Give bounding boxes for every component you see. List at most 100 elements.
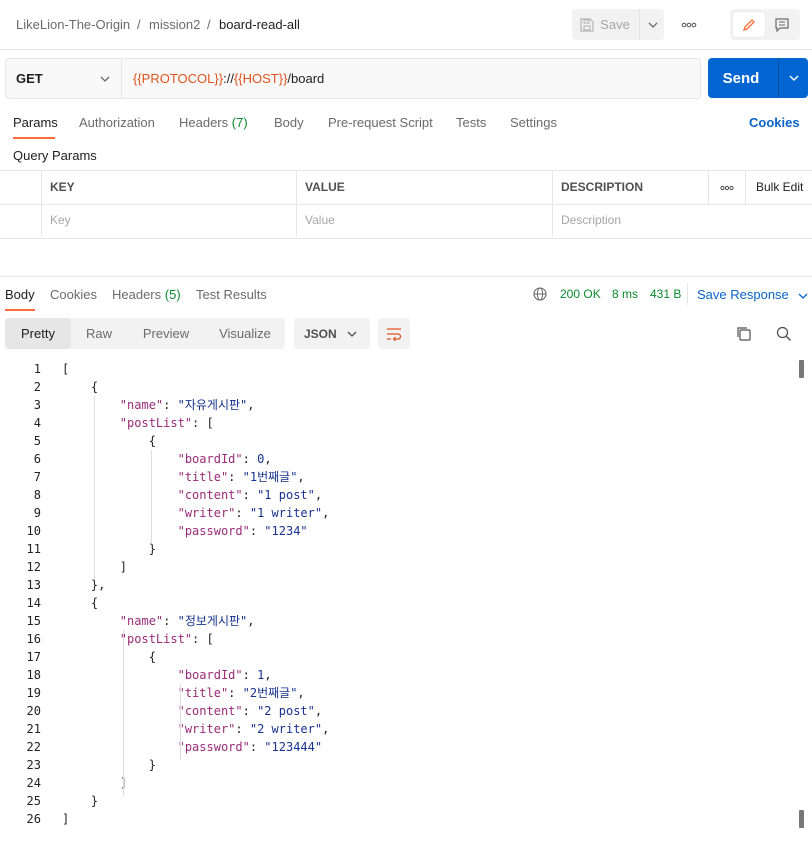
code-line: "title": "2번째글", xyxy=(177,686,305,700)
key-input[interactable]: Key xyxy=(41,204,296,237)
save-response-label: Save Response xyxy=(697,287,789,302)
wrap-lines-button[interactable] xyxy=(378,318,410,349)
value-input[interactable]: Value xyxy=(296,204,552,237)
tab-pre-request-script[interactable]: Pre-request Script xyxy=(328,115,433,130)
code-line: "writer": "2 writer", xyxy=(177,722,330,736)
indent-guide xyxy=(93,396,95,580)
documentation-button[interactable] xyxy=(767,12,797,37)
column-header-description: DESCRIPTION xyxy=(552,171,708,204)
response-time[interactable]: 8 ms xyxy=(612,287,638,301)
active-tab-indicator xyxy=(5,309,35,311)
description-input[interactable]: Description xyxy=(552,204,812,237)
save-button[interactable]: Save xyxy=(572,9,638,40)
code-line: { xyxy=(62,596,99,610)
line-number: 13 xyxy=(26,578,41,592)
chevron-down-icon xyxy=(789,75,799,81)
response-size[interactable]: 431 B xyxy=(650,287,681,301)
code-line: "name": "정보게시판", xyxy=(119,614,255,628)
send-group: Send xyxy=(708,58,808,98)
globe-icon[interactable] xyxy=(533,287,547,301)
format-select[interactable]: JSON xyxy=(294,318,370,349)
response-body-viewer[interactable]: 1[2 {3 "name": "자유게시판", 4 "postList": [5 … xyxy=(0,360,800,860)
code-line: "postList": [ xyxy=(119,416,214,430)
code-line: "password": "1234" xyxy=(177,524,308,538)
copy-icon[interactable] xyxy=(736,326,752,342)
view-visualize[interactable]: Visualize xyxy=(209,318,281,349)
view-pretty[interactable]: Pretty xyxy=(5,318,71,349)
save-label: Save xyxy=(600,17,630,32)
url-variable: {{PROTOCOL}} xyxy=(133,71,224,86)
column-options-button[interactable] xyxy=(708,171,745,204)
save-group: Save xyxy=(572,9,664,40)
line-number: 12 xyxy=(26,560,41,574)
mode-toggle xyxy=(730,9,800,40)
line-number: 1 xyxy=(33,362,41,376)
line-number: 14 xyxy=(26,596,41,610)
save-dropdown-button[interactable] xyxy=(639,9,665,40)
code-line: { xyxy=(62,650,156,664)
pencil-icon xyxy=(742,18,755,31)
line-number: 17 xyxy=(26,650,41,664)
indent-guide xyxy=(151,450,153,544)
send-button[interactable]: Send xyxy=(708,58,774,98)
code-line: "title": "1번째글", xyxy=(177,470,305,484)
tab-params[interactable]: Params xyxy=(13,115,58,130)
breadcrumb-collection[interactable]: mission2 xyxy=(149,17,200,32)
save-response-button[interactable]: Save Response xyxy=(697,287,808,302)
chevron-down-icon xyxy=(347,331,357,337)
response-tab-body[interactable]: Body xyxy=(5,287,35,302)
code-line: }, xyxy=(62,578,106,592)
breadcrumb-workspace[interactable]: LikeLion-The-Origin xyxy=(16,17,130,32)
line-number: 11 xyxy=(26,542,41,556)
url-bar: GET {{PROTOCOL}}://{{HOST}}/board xyxy=(5,58,701,99)
code-line: "password": "123444" xyxy=(177,740,323,754)
edit-mode-button[interactable] xyxy=(733,12,765,37)
active-tab-indicator xyxy=(13,137,55,139)
line-number: 10 xyxy=(26,524,41,538)
code-line: "content": "2 post", xyxy=(177,704,323,718)
code-line: } xyxy=(62,794,99,808)
tab-authorization[interactable]: Authorization xyxy=(79,115,155,130)
line-number: 15 xyxy=(26,614,41,628)
tab-body[interactable]: Body xyxy=(274,115,304,130)
view-preview[interactable]: Preview xyxy=(131,318,201,349)
code-line: "content": "1 post", xyxy=(177,488,323,502)
line-number: 18 xyxy=(26,668,41,682)
tab-tests[interactable]: Tests xyxy=(456,115,486,130)
line-number: 8 xyxy=(33,488,41,502)
code-line: "name": "자유게시판", xyxy=(119,398,255,412)
response-tab-headers[interactable]: Headers (5) xyxy=(112,287,181,302)
status-code[interactable]: 200 OK xyxy=(560,287,601,301)
method-select[interactable]: GET xyxy=(6,59,122,98)
breadcrumb-request[interactable]: board-read-all xyxy=(219,17,300,32)
send-dropdown-button[interactable] xyxy=(780,58,808,98)
line-number: 5 xyxy=(33,434,41,448)
divider xyxy=(687,283,688,305)
line-number: 3 xyxy=(33,398,41,412)
view-mode-segment: Pretty Raw Preview Visualize xyxy=(5,318,285,349)
view-raw[interactable]: Raw xyxy=(75,318,123,349)
code-line: "postList": [ xyxy=(119,632,214,646)
tab-settings[interactable]: Settings xyxy=(510,115,557,130)
url-input[interactable]: {{PROTOCOL}}://{{HOST}}/board xyxy=(133,71,324,86)
scrollbar-thumb[interactable] xyxy=(799,360,804,378)
response-tab-test-results[interactable]: Test Results xyxy=(196,287,267,302)
line-number: 4 xyxy=(33,416,41,430)
line-number: 6 xyxy=(33,452,41,466)
response-tab-cookies[interactable]: Cookies xyxy=(50,287,97,302)
tab-headers[interactable]: Headers (7) xyxy=(179,115,248,130)
more-options-button[interactable] xyxy=(676,9,702,40)
search-icon[interactable] xyxy=(776,326,792,342)
code-line: { xyxy=(62,434,156,448)
line-number: 24 xyxy=(26,776,41,790)
line-number: 2 xyxy=(33,380,41,394)
tab-count: (7) xyxy=(231,115,248,130)
cookies-link[interactable]: Cookies xyxy=(749,115,800,130)
line-number: 23 xyxy=(26,758,41,772)
indent-guide xyxy=(122,630,124,796)
bulk-edit-button[interactable]: Bulk Edit xyxy=(745,171,812,204)
scrollbar-thumb[interactable] xyxy=(799,810,804,828)
format-label: JSON xyxy=(304,327,337,341)
line-number: 20 xyxy=(26,704,41,718)
tab-count: (5) xyxy=(164,287,181,302)
